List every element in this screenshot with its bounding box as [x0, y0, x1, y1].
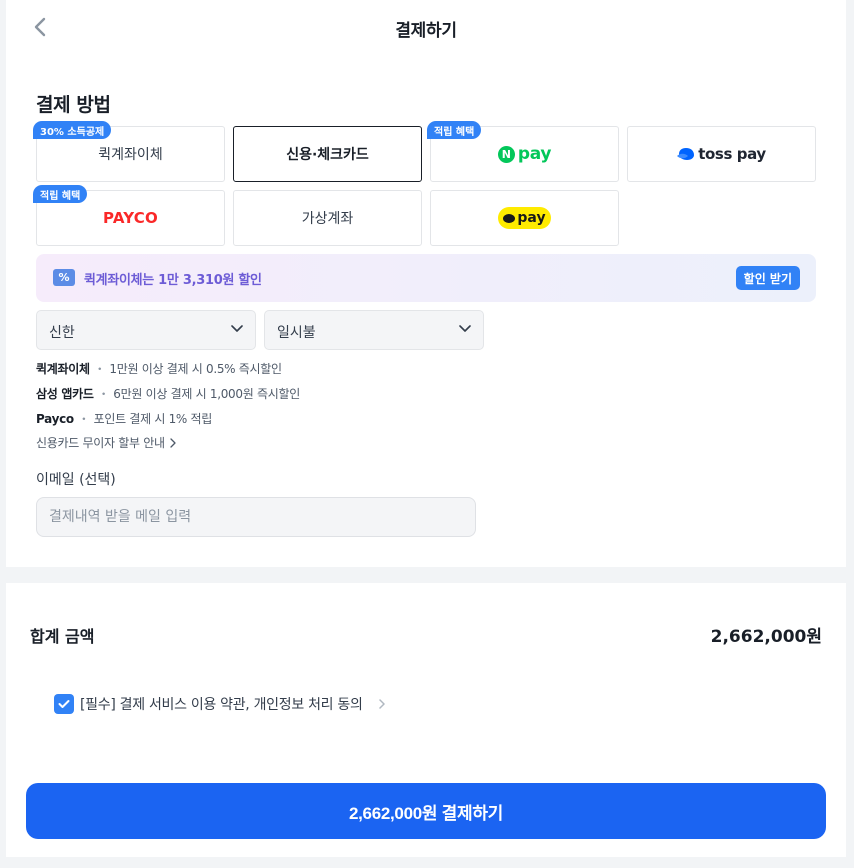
agree-checkbox[interactable] — [54, 694, 74, 714]
method-virtual-account[interactable]: 가상계좌 — [233, 190, 422, 246]
discount-text: 퀵계좌이체는 1만 3,310원 할인 — [84, 273, 262, 288]
naver-pay-label: pay — [517, 144, 552, 164]
benefit-separator: ・ — [77, 412, 90, 426]
chevron-right-icon — [170, 437, 176, 448]
kakao-pay-logo: pay — [498, 207, 551, 229]
get-discount-button[interactable]: 할인 받기 — [735, 266, 800, 290]
payment-panel: 결제하기 결제 방법 퀵계좌이체 30% 소득공제 신용·체크카드 N pay … — [6, 0, 846, 567]
benefit-name: 퀵계좌이체 — [36, 362, 90, 376]
pay-button[interactable]: 2,662,000원 결제하기 — [26, 783, 826, 839]
naver-pay-logo: N pay — [497, 144, 552, 164]
benefit-name: 삼성 앱카드 — [36, 387, 94, 401]
benefit-desc: 1만원 이상 결제 시 0.5% 즉시할인 — [109, 362, 282, 376]
method-credit-card[interactable]: 신용·체크카드 — [233, 126, 422, 182]
coupon-icon: % — [53, 269, 75, 286]
benefit-desc: 포인트 결제 시 1% 적립 — [93, 412, 213, 426]
email-label: 이메일 (선택) — [36, 472, 116, 488]
terms-agreement[interactable]: [필수] 결제 서비스 이용 약관, 개인정보 처리 동의 — [54, 694, 389, 714]
installment-info-link[interactable]: 신용카드 무이자 할부 안내 — [36, 434, 176, 451]
method-toss-pay[interactable]: toss pay — [627, 126, 816, 182]
benefit-desc: 6만원 이상 결제 시 1,000원 즉시할인 — [113, 387, 300, 401]
page-title: 결제하기 — [395, 21, 457, 41]
benefit-item: 퀵계좌이체 ・ 1만원 이상 결제 시 0.5% 즉시할인 — [36, 360, 282, 377]
method-label: 퀵계좌이체 — [98, 147, 163, 163]
payment-method-title: 결제 방법 — [36, 94, 111, 116]
toss-icon — [677, 148, 695, 160]
benefit-separator: ・ — [97, 387, 110, 401]
income-deduction-badge: 30% 소득공제 — [33, 121, 112, 139]
chevron-down-icon — [459, 325, 471, 332]
kakao-bubble-icon — [503, 213, 516, 223]
naver-n-icon: N — [497, 145, 515, 163]
benefit-name: Payco — [36, 412, 74, 426]
payco-logo: PAYCO — [103, 209, 158, 227]
installment-select[interactable]: 일시불 — [264, 310, 484, 350]
benefit-item: 삼성 앱카드 ・ 6만원 이상 결제 시 1,000원 즉시할인 — [36, 385, 300, 402]
reward-badge: 적립 혜택 — [427, 121, 482, 139]
installment-info-label: 신용카드 무이자 할부 안내 — [36, 436, 165, 450]
method-kakao-pay[interactable]: pay — [430, 190, 619, 246]
total-amount: 2,662,000원 — [710, 627, 822, 647]
terms-text: [필수] 결제 서비스 이용 약관, 개인정보 처리 동의 — [80, 697, 363, 713]
check-icon — [58, 700, 70, 708]
method-label: 신용·체크카드 — [286, 147, 369, 163]
email-field[interactable] — [36, 497, 476, 537]
card-company-value: 신한 — [49, 325, 75, 341]
header: 결제하기 — [6, 0, 846, 54]
kakao-pay-label: pay — [517, 210, 546, 226]
method-label: 가상계좌 — [301, 211, 354, 227]
toss-pay-label: toss pay — [698, 145, 766, 163]
reward-badge: 적립 혜택 — [33, 185, 88, 203]
installment-value: 일시불 — [277, 325, 316, 341]
total-label: 합계 금액 — [30, 627, 95, 646]
toss-pay-logo: toss pay — [677, 145, 766, 163]
card-company-select[interactable]: 신한 — [36, 310, 256, 350]
chevron-down-icon — [231, 325, 243, 332]
benefit-separator: ・ — [93, 362, 106, 376]
discount-banner: % 퀵계좌이체는 1만 3,310원 할인 할인 받기 — [36, 254, 816, 302]
benefit-item: Payco ・ 포인트 결제 시 1% 적립 — [36, 410, 212, 427]
chevron-right-icon — [378, 699, 385, 709]
